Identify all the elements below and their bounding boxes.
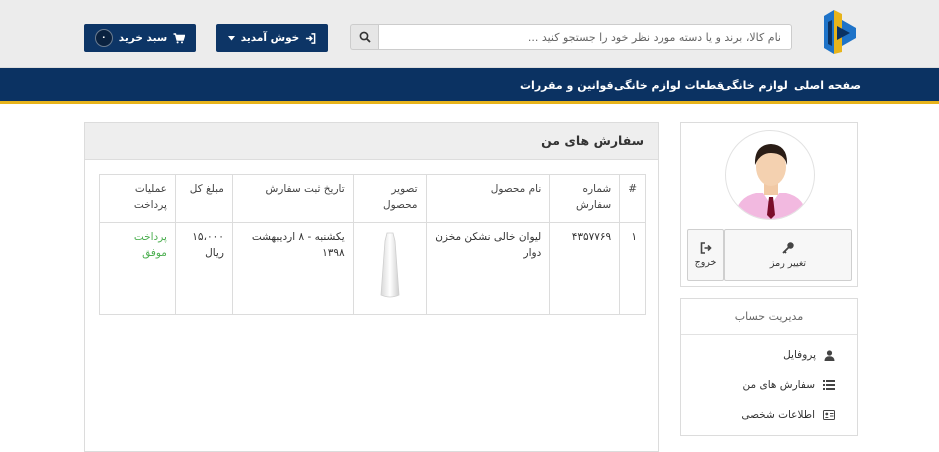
cart-label: سبد خرید: [118, 32, 168, 44]
col-product-name: نام محصول: [425, 174, 551, 223]
top-bar: خوش آمدید سبد خرید ۰: [0, 0, 939, 68]
col-order-date: تاریخ ثبت سفارش: [231, 174, 354, 223]
account-item-label: پروفایل: [783, 349, 816, 361]
col-product-image: تصویر محصول: [352, 174, 427, 223]
col-payment: عملیات پرداخت: [99, 174, 176, 223]
account-item-profile[interactable]: پروفایل: [783, 349, 835, 361]
cell-payment-status: پرداخت موفق: [99, 222, 176, 315]
col-order-number: شماره سفارش: [549, 174, 621, 223]
account-item-label: سفارش های من: [742, 379, 815, 391]
cell-product-name[interactable]: لیوان خالی نشکن مخزن دوار: [425, 222, 551, 315]
id-card-icon: [823, 410, 835, 420]
search-button[interactable]: [350, 24, 378, 50]
col-index: #: [619, 174, 646, 223]
cell-product-image[interactable]: [352, 222, 427, 315]
orders-panel: سفارش های من # شماره سفارش نام محصول تصو…: [84, 122, 659, 452]
account-item-personal-info[interactable]: اطلاعات شخصی: [741, 409, 835, 421]
key-icon: [782, 242, 794, 254]
sign-out-icon: [700, 242, 712, 254]
account-title: مدیریت حساب: [681, 299, 857, 335]
col-total: مبلغ کل: [174, 174, 233, 223]
nav-item-home-appliances[interactable]: لوازم خانگی: [721, 79, 788, 92]
logout-label: خروج: [694, 257, 717, 268]
account-item-my-orders[interactable]: سفارش های من: [743, 379, 835, 391]
logout-button[interactable]: خروج: [687, 229, 724, 281]
orders-title: سفارش های من: [85, 123, 658, 160]
change-password-label: تغییر رمز: [769, 258, 807, 269]
cart-count-badge: ۰: [94, 29, 113, 47]
table-header-row: # شماره سفارش نام محصول تصویر محصول تاری…: [99, 174, 646, 223]
site-logo[interactable]: [820, 8, 860, 58]
account-panel: مدیریت حساب پروفایل سفارش های من اطلاعات…: [680, 298, 858, 436]
avatar: [725, 130, 815, 220]
cell-total: ۱۵،۰۰۰ ریال: [174, 222, 233, 315]
orders-table: # شماره سفارش نام محصول تصویر محصول تاری…: [99, 174, 646, 315]
profile-panel: تغییر رمز خروج: [680, 122, 858, 287]
search-input[interactable]: [378, 24, 792, 50]
change-password-button[interactable]: تغییر رمز: [724, 229, 852, 281]
main-nav: صفحه اصلی لوازم خانگی قطعات لوازم خانگی …: [0, 68, 939, 104]
sign-in-icon: [306, 32, 316, 44]
cell-index: ۱: [619, 222, 646, 315]
cell-order-number: ۴۳۵۷۷۶۹: [549, 222, 621, 315]
account-item-label: اطلاعات شخصی: [741, 409, 815, 421]
cart-button[interactable]: سبد خرید ۰: [84, 24, 196, 52]
product-image[interactable]: [375, 231, 405, 301]
nav-item-appliance-parts[interactable]: قطعات لوازم خانگی: [614, 79, 724, 92]
search-icon: [359, 31, 371, 43]
search-bar: [350, 24, 792, 50]
list-icon: [823, 380, 835, 390]
user-icon: [824, 349, 835, 361]
table-row[interactable]: ۱ ۴۳۵۷۷۶۹ لیوان خالی نشکن مخزن دوار یکشن…: [99, 222, 646, 315]
cell-order-date: یکشنبه - ۸ اردیبهشت ۱۳۹۸: [231, 222, 354, 315]
welcome-button[interactable]: خوش آمدید: [216, 24, 328, 52]
welcome-label: خوش آمدید: [240, 32, 300, 44]
cart-icon: [173, 32, 186, 43]
nav-item-terms[interactable]: قوانین و مقررات: [520, 79, 614, 92]
caret-down-icon: [227, 35, 235, 40]
nav-item-home[interactable]: صفحه اصلی: [794, 79, 861, 92]
